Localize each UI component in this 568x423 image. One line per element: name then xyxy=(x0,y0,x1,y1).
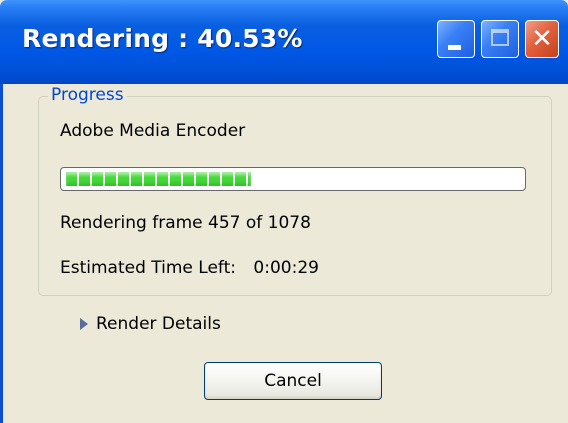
expand-triangle-icon[interactable] xyxy=(80,318,88,330)
render-dialog: Rendering : 40.53% ✕ Progress Adobe Medi… xyxy=(0,0,568,423)
maximize-button xyxy=(481,20,519,58)
close-icon: ✕ xyxy=(531,24,553,54)
render-details-toggle[interactable]: Render Details xyxy=(96,314,221,334)
frame-status: Rendering frame 457 of 1078 xyxy=(60,213,311,233)
encoder-name: Adobe Media Encoder xyxy=(60,121,246,141)
time-left-value: 0:00:29 xyxy=(253,258,319,278)
progress-bar xyxy=(60,167,526,191)
maximize-icon xyxy=(491,29,509,46)
window-border xyxy=(0,84,3,423)
progress-group-label: Progress xyxy=(48,85,127,105)
minimize-button[interactable] xyxy=(437,20,475,58)
time-left-row: Estimated Time Left: 0:00:29 xyxy=(60,258,319,278)
progress-bar-fill xyxy=(66,172,251,186)
window-title: Rendering : 40.53% xyxy=(22,24,303,53)
close-button[interactable]: ✕ xyxy=(525,20,559,58)
title-bar[interactable]: Rendering : 40.53% ✕ xyxy=(0,0,568,84)
minimize-icon xyxy=(448,45,461,50)
cancel-button[interactable]: Cancel xyxy=(204,362,382,400)
time-left-label: Estimated Time Left: xyxy=(60,258,237,278)
